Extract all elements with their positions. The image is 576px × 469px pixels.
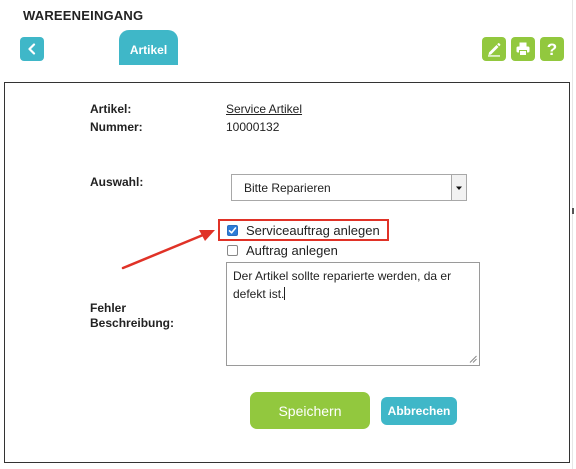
chevron-left-icon [28, 43, 36, 55]
beschreibung-label: Beschreibung: [90, 316, 175, 330]
help-icon: ? [546, 39, 558, 59]
nummer-value: 10000132 [226, 120, 280, 134]
page-title: WAREENEINGANG [23, 8, 144, 23]
resize-grip-icon[interactable] [469, 355, 477, 363]
auswahl-selected-value: Bitte Reparieren [244, 181, 331, 195]
nummer-label: Nummer: [90, 120, 143, 134]
save-button[interactable]: Speichern [250, 392, 370, 429]
scrollbar-thumb[interactable] [572, 208, 574, 214]
auftrag-checkbox-row[interactable]: Auftrag anlegen [227, 242, 338, 258]
artikel-link[interactable]: Service Artikel [226, 101, 302, 117]
fehler-label: Fehler [90, 301, 127, 315]
auswahl-select[interactable]: Bitte Reparieren [231, 174, 467, 201]
auftrag-label: Auftrag anlegen [246, 242, 338, 258]
printer-icon [516, 42, 530, 56]
artikel-label: Artikel: [90, 102, 132, 116]
fehler-beschreibung-text: Der Artikel sollte reparierte werden, da… [233, 269, 452, 301]
text-caret [284, 287, 286, 300]
pencil-icon [488, 43, 501, 57]
auswahl-label: Auswahl: [90, 175, 144, 189]
annotation-highlight-box [218, 219, 389, 241]
edit-button[interactable] [482, 37, 506, 61]
fehler-beschreibung-textarea[interactable]: Der Artikel sollte reparierte werden, da… [226, 262, 480, 366]
dropdown-arrow-icon [451, 175, 466, 200]
tab-artikel[interactable]: Artikel [119, 30, 178, 65]
auftrag-checkbox[interactable] [227, 244, 238, 256]
print-button[interactable] [511, 37, 535, 61]
cancel-button[interactable]: Abbrechen [381, 397, 457, 425]
help-button[interactable]: ? [540, 37, 564, 61]
window-edge [572, 0, 573, 469]
back-button[interactable] [20, 37, 44, 61]
